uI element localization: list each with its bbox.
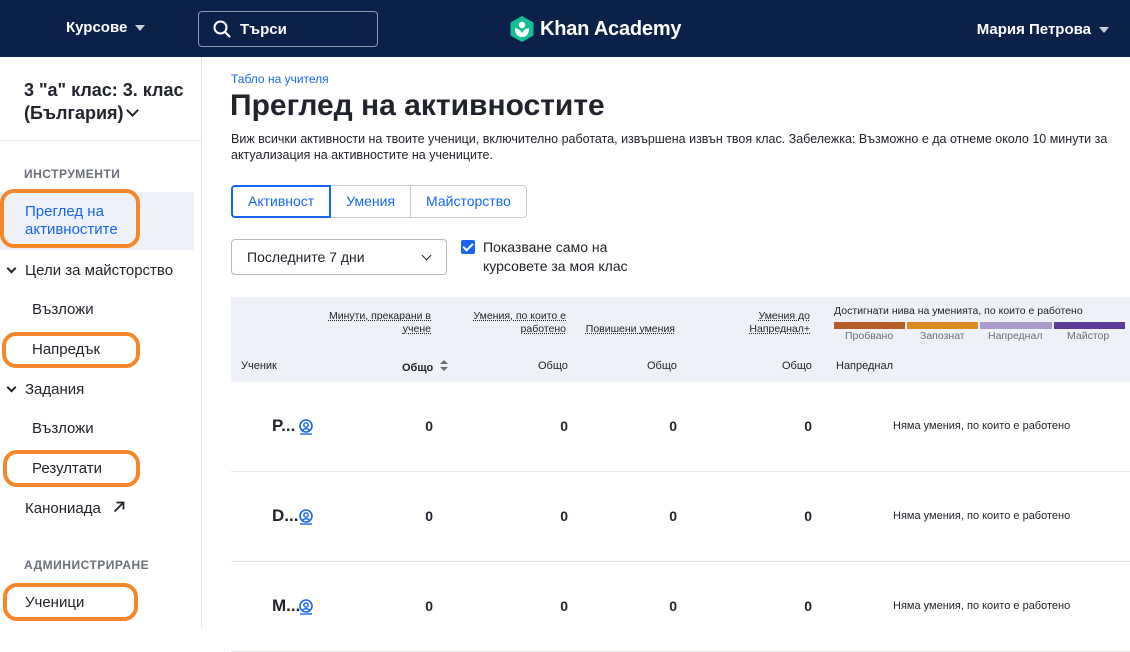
skills-to-advanced-value: 0 <box>772 598 812 614</box>
tab-skills[interactable]: Умения <box>331 186 411 217</box>
search-button[interactable]: Търси <box>198 11 378 47</box>
page-title: Преглед на активностите <box>230 89 605 123</box>
column-header-skills-up[interactable]: Повишени умения <box>580 323 675 336</box>
highlight-outline <box>3 450 140 487</box>
chevron-down-icon <box>126 104 139 117</box>
khan-logo-icon <box>510 16 534 42</box>
breadcrumb[interactable]: Табло на учителя <box>231 72 329 86</box>
user-profile-icon[interactable] <box>299 598 313 616</box>
page-description: Виж всички активности на твоите ученици,… <box>231 131 1121 163</box>
sidebar-item-label: Задания <box>25 381 84 398</box>
sidebar-item-assignments[interactable]: Задания <box>8 381 84 398</box>
chevron-down-icon <box>422 251 432 261</box>
divider <box>0 140 202 141</box>
highlight-outline <box>2 332 140 368</box>
logo-text: Khan Academy <box>540 18 681 41</box>
section-tools-heading: ИНСТРУМЕНТИ <box>24 167 120 181</box>
chevron-down-icon <box>7 264 17 274</box>
level-bar-mastered <box>1054 322 1125 329</box>
search-icon <box>213 20 231 38</box>
column-header-advanced: Напреднал <box>836 360 893 372</box>
user-profile-icon[interactable] <box>299 418 313 436</box>
checkbox-label[interactable]: Показване само на курсовете за моя клас <box>483 238 653 276</box>
chevron-down-icon <box>7 383 17 393</box>
no-skills-text: Няма умения, по които е работено <box>893 510 1070 522</box>
sort-icon <box>440 360 448 371</box>
column-header-total-to-advanced: Общо <box>782 360 812 372</box>
level-bar-familiar <box>907 322 978 329</box>
tab-bar: Активност Умения Майсторство <box>231 185 527 218</box>
column-header-levels: Достигнати нива на уменията, по които е … <box>834 305 1083 317</box>
minutes-value: 0 <box>393 598 433 614</box>
skills-worked-value: 0 <box>528 598 568 614</box>
no-skills-text: Няма умения, по които е работено <box>893 600 1070 612</box>
external-link-icon <box>113 501 125 513</box>
user-profile-icon[interactable] <box>299 508 313 526</box>
section-admin-heading: АДМИНИСТРИРАНЕ <box>24 558 149 572</box>
skills-worked-value: 0 <box>528 508 568 524</box>
khan-academy-logo[interactable]: Khan Academy <box>510 16 681 42</box>
skills-up-value: 0 <box>637 418 677 434</box>
user-name: Мария Петрова <box>977 21 1091 38</box>
highlight-outline <box>3 583 138 621</box>
table-row[interactable]: M... 0 0 0 0 Няма умения, по които е раб… <box>231 562 1130 652</box>
student-name[interactable]: D... <box>272 506 298 526</box>
skills-up-value: 0 <box>637 508 677 524</box>
level-label-familiar: Запознат <box>920 330 965 342</box>
top-navbar: Курсове Търси Khan Academy Мария Петрова <box>0 0 1130 57</box>
total-label: Общо <box>402 362 433 374</box>
sidebar-item-kanoniada[interactable]: Канониада <box>25 500 125 517</box>
column-header-total-minutes[interactable]: Общо <box>402 360 448 374</box>
search-label: Търси <box>240 21 287 38</box>
table-row[interactable]: D... 0 0 0 0 Няма умения, по които е раб… <box>231 472 1130 562</box>
sidebar-item-assignments-assign[interactable]: Възложи <box>32 420 94 437</box>
minutes-value: 0 <box>393 418 433 434</box>
sidebar-item-label: Цели за майсторство <box>25 262 173 279</box>
column-header-total-up: Общо <box>647 360 677 372</box>
column-header-student: Ученик <box>241 360 277 372</box>
sidebar-item-mastery-assign[interactable]: Възложи <box>32 301 94 318</box>
column-header-total-worked: Общо <box>538 360 568 372</box>
student-name[interactable]: M... <box>272 596 300 616</box>
skills-up-value: 0 <box>637 598 677 614</box>
courses-menu-button[interactable]: Курсове <box>66 19 145 36</box>
level-bar-attempted <box>834 322 905 329</box>
class-title: 3 "а" клас: 3. клас (България) <box>24 80 183 123</box>
highlight-outline <box>0 189 140 248</box>
caret-down-icon <box>1099 27 1109 33</box>
column-header-minutes[interactable]: Минути, прекарани в учене <box>318 310 431 336</box>
courses-label: Курсове <box>66 19 127 36</box>
tab-mastery[interactable]: Майсторство <box>411 186 526 217</box>
sidebar: 3 "а" клас: 3. клас (България) ИНСТРУМЕН… <box>0 57 202 628</box>
caret-down-icon <box>135 25 145 31</box>
level-label-attempted: Пробвано <box>845 330 893 342</box>
sidebar-item-mastery-goals[interactable]: Цели за майсторство <box>8 262 173 279</box>
no-skills-text: Няма умения, по които е работено <box>893 420 1070 432</box>
class-selector[interactable]: 3 "а" клас: 3. клас (България) <box>24 79 194 125</box>
student-name[interactable]: P... <box>272 416 295 436</box>
skills-to-advanced-value: 0 <box>772 418 812 434</box>
column-header-skills-to-advanced[interactable]: Умения до Напреднал+ <box>720 310 810 336</box>
period-select[interactable]: Последните 7 дни <box>231 239 447 275</box>
class-courses-checkbox[interactable] <box>461 240 475 254</box>
skills-worked-value: 0 <box>528 418 568 434</box>
sidebar-item-label: Канониада <box>25 500 101 517</box>
minutes-value: 0 <box>393 508 433 524</box>
level-bar-proficient <box>980 322 1052 329</box>
column-header-skills-worked[interactable]: Умения, по които е работено <box>464 310 566 336</box>
level-label-proficient: Напреднал <box>988 330 1042 342</box>
level-label-mastered: Майстор <box>1067 330 1109 342</box>
period-select-value: Последните 7 дни <box>247 249 365 265</box>
user-menu-button[interactable]: Мария Петрова <box>977 21 1109 38</box>
tab-activity[interactable]: Активност <box>231 185 331 218</box>
skills-to-advanced-value: 0 <box>772 508 812 524</box>
table-row[interactable]: P... 0 0 0 0 Няма умения, по които е раб… <box>231 382 1130 472</box>
